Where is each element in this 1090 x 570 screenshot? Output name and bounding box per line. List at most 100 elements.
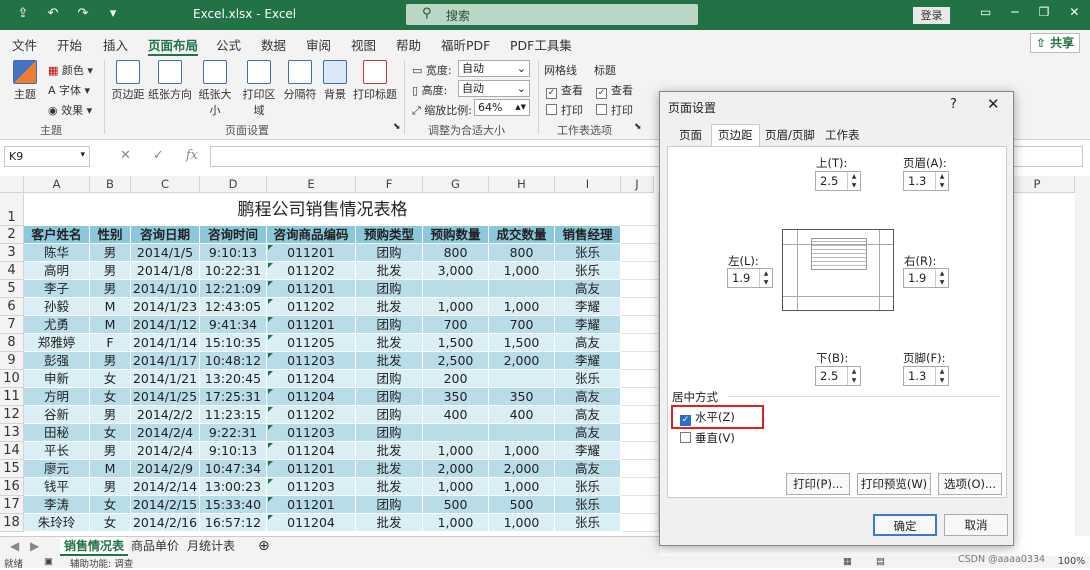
tab-foxit-pdf[interactable]: 福昕PDF (441, 35, 490, 54)
table-cell[interactable]: 女 (90, 370, 131, 388)
sheet-tab-monthly[interactable]: 月统计表 (187, 537, 235, 556)
table-cell[interactable]: 朱玲玲 (24, 514, 90, 532)
table-cell[interactable]: 张乐 (555, 262, 621, 280)
table-cell[interactable]: 团购 (356, 244, 423, 262)
table-cell[interactable]: 1,000 (423, 514, 489, 532)
table-cell[interactable] (489, 424, 555, 442)
table-cell[interactable]: 申新 (24, 370, 90, 388)
table-cell[interactable]: 10:22:31 (200, 262, 267, 280)
table-cell[interactable]: 男 (90, 442, 131, 460)
table-cell[interactable]: 011201 (267, 460, 356, 478)
table-cell[interactable]: 011203 (267, 478, 356, 496)
row-header[interactable]: 6 (0, 298, 24, 316)
row-header[interactable]: 1 (0, 193, 24, 226)
table-cell[interactable]: 张乐 (555, 496, 621, 514)
table-cell[interactable]: 1,000 (489, 262, 555, 280)
table-cell[interactable]: 011201 (267, 280, 356, 298)
table-cell[interactable] (489, 370, 555, 388)
tab-home[interactable]: 开始 (57, 35, 82, 54)
sheet-tab-sales[interactable]: 销售情况表 (60, 537, 129, 556)
table-cell[interactable]: 男 (90, 406, 131, 424)
row-header[interactable]: 14 (0, 442, 24, 460)
ribbon-display-icon[interactable]: ▭ (980, 5, 991, 19)
table-cell[interactable]: M (90, 316, 131, 334)
row-header[interactable]: 17 (0, 496, 24, 514)
top-margin-spinner[interactable]: 2.5 ▲ ▼ (815, 171, 861, 191)
table-cell[interactable]: 2014/1/21 (131, 370, 200, 388)
tab-file[interactable]: 文件 (12, 35, 37, 54)
table-cell[interactable]: 1,000 (489, 478, 555, 496)
table-cell[interactable]: 3,000 (423, 262, 489, 280)
width-dropdown[interactable]: 自动 ⌄ (458, 60, 530, 77)
table-cell[interactable]: 李耀 (555, 442, 621, 460)
table-cell[interactable]: 700 (423, 316, 489, 334)
table-cell[interactable]: 200 (423, 370, 489, 388)
tab-header-footer[interactable]: 页眉/页脚 (765, 127, 815, 147)
scale-spinner[interactable]: 64% ▲▼ (474, 99, 530, 116)
table-cell[interactable]: 2014/1/14 (131, 334, 200, 352)
table-cell[interactable]: 1,000 (489, 298, 555, 316)
table-cell[interactable]: 李耀 (555, 316, 621, 334)
table-cell[interactable]: 011204 (267, 442, 356, 460)
fonts-button[interactable]: A 字体 ▾ (48, 82, 90, 98)
table-cell[interactable]: 平长 (24, 442, 90, 460)
table-cell[interactable]: 李耀 (555, 352, 621, 370)
table-cell[interactable]: 011204 (267, 514, 356, 532)
ok-button[interactable]: 确定 (873, 514, 937, 536)
footer-margin-spinner[interactable]: 1.3 ▲ ▼ (903, 366, 949, 386)
table-cell[interactable]: 团购 (356, 406, 423, 424)
table-cell[interactable]: 2,000 (489, 460, 555, 478)
table-cell[interactable]: 团购 (356, 316, 423, 334)
table-cell[interactable]: 团购 (356, 496, 423, 514)
column-header[interactable]: E (267, 176, 356, 193)
table-cell[interactable]: 12:43:05 (200, 298, 267, 316)
table-cell[interactable]: 17:25:31 (200, 388, 267, 406)
table-cell[interactable]: 高友 (555, 424, 621, 442)
headings-print-checkbox[interactable]: 打印 (596, 102, 633, 118)
header-cell[interactable]: 咨询商品编码 (267, 226, 356, 244)
autosave-icon[interactable]: ⇪ (14, 6, 32, 21)
header-cell[interactable]: 性别 (90, 226, 131, 244)
name-box[interactable]: K9 ▾ (4, 146, 90, 167)
table-cell[interactable]: 批发 (356, 478, 423, 496)
table-cell[interactable]: 2014/2/16 (131, 514, 200, 532)
table-cell[interactable]: 团购 (356, 280, 423, 298)
vertical-checkbox[interactable]: 垂直(V) (680, 430, 735, 446)
page-layout-view-icon[interactable]: ▤ (876, 556, 885, 567)
tab-help[interactable]: 帮助 (396, 35, 421, 54)
table-cell[interactable]: 廖元 (24, 460, 90, 478)
table-cell[interactable]: 1,000 (489, 514, 555, 532)
table-cell[interactable]: 011201 (267, 244, 356, 262)
table-cell[interactable]: 田秘 (24, 424, 90, 442)
table-cell[interactable]: 团购 (356, 424, 423, 442)
sheet-tab-prices[interactable]: 商品单价 (131, 537, 179, 556)
header-cell[interactable]: 咨询时间 (200, 226, 267, 244)
print-button[interactable]: 打印(P)... (786, 473, 850, 495)
table-cell[interactable]: 高友 (555, 406, 621, 424)
table-cell[interactable]: 李涛 (24, 496, 90, 514)
table-cell[interactable]: 高友 (555, 280, 621, 298)
cancel-formula-icon[interactable]: ✕ (120, 148, 131, 163)
table-cell[interactable]: 张乐 (555, 370, 621, 388)
column-header[interactable]: I (555, 176, 621, 193)
orientation-button[interactable]: 纸张方向 (148, 60, 192, 102)
table-cell[interactable]: 张乐 (555, 514, 621, 532)
table-cell[interactable]: 011203 (267, 352, 356, 370)
table-cell[interactable]: 女 (90, 514, 131, 532)
gridlines-print-checkbox[interactable]: 打印 (546, 102, 583, 118)
column-header[interactable]: F (356, 176, 423, 193)
table-cell[interactable]: 高友 (555, 460, 621, 478)
table-cell[interactable]: 011203 (267, 424, 356, 442)
confirm-formula-icon[interactable]: ✓ (153, 148, 164, 163)
table-cell[interactable]: 男 (90, 280, 131, 298)
column-header[interactable]: B (90, 176, 131, 193)
header-cell[interactable]: 销售经理 (555, 226, 621, 244)
themes-button[interactable]: 主题 (8, 60, 42, 102)
margins-button[interactable]: 页边距 (110, 60, 146, 102)
table-cell[interactable]: 011204 (267, 370, 356, 388)
table-cell[interactable]: 1,500 (489, 334, 555, 352)
table-cell[interactable] (489, 280, 555, 298)
row-header[interactable]: 7 (0, 316, 24, 334)
tab-sheet[interactable]: 工作表 (825, 127, 860, 147)
header-cell[interactable]: 成交数量 (489, 226, 555, 244)
